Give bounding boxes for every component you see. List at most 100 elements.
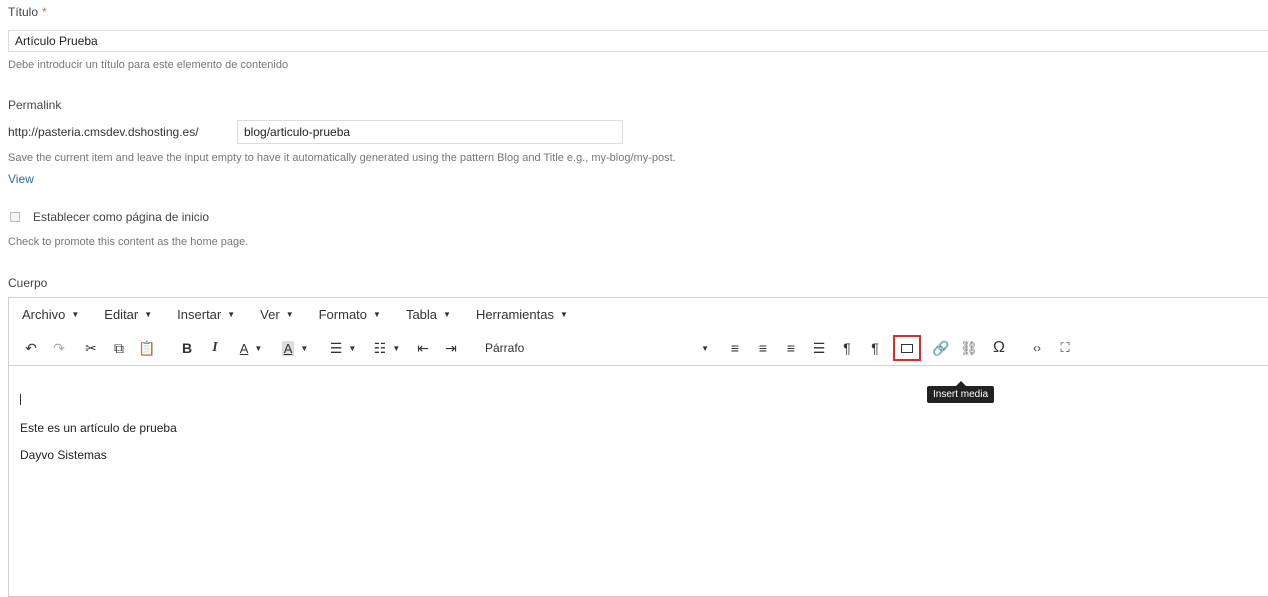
chevron-down-icon: ▼ xyxy=(254,343,263,353)
ltr-icon: ¶ xyxy=(843,340,851,356)
chevron-down-icon: ▼ xyxy=(701,343,709,353)
outdent-icon: ⇤ xyxy=(417,339,429,356)
format-select-value: Párrafo xyxy=(485,341,525,355)
content-line[interactable]: Este es un artículo de prueba xyxy=(20,421,177,435)
fullscreen-button[interactable]: ⛶ xyxy=(1055,337,1075,359)
unlink-button[interactable]: ⛓ xyxy=(959,337,979,359)
indent-button[interactable]: ⇥ xyxy=(441,337,461,359)
rtl-icon: ¶ xyxy=(871,340,879,356)
chevron-down-icon: ▼ xyxy=(443,310,451,319)
chevron-down-icon: ▼ xyxy=(300,343,309,353)
format-select[interactable]: Párrafo ▼ xyxy=(475,337,715,359)
insert-media-button[interactable] xyxy=(893,335,921,361)
permalink-input[interactable]: blog/articulo-prueba xyxy=(237,120,623,144)
title-label: Título * xyxy=(8,5,47,19)
link-icon: 🔗 xyxy=(932,339,950,356)
menu-herramientas-label: Herramientas xyxy=(475,307,554,322)
copy-icon: ⧉ xyxy=(114,339,124,356)
menu-editar[interactable]: Editar ▼ xyxy=(104,307,152,322)
source-code-button[interactable]: ‹› xyxy=(1027,337,1047,359)
align-right-button[interactable]: ≡ xyxy=(781,337,801,359)
bold-icon: B xyxy=(181,340,193,356)
italic-button[interactable]: I xyxy=(205,337,225,359)
title-input-value: Artículo Prueba xyxy=(15,34,98,48)
menu-editar-label: Editar xyxy=(104,307,139,322)
chevron-down-icon: ▼ xyxy=(227,310,236,319)
body-label: Cuerpo xyxy=(8,276,48,290)
rich-text-editor: Archivo ▼ Editar ▼ Insertar ▼ Ver ▼ Formato ▼… xyxy=(8,297,1268,597)
homepage-checkbox[interactable] xyxy=(10,212,20,222)
special-character-button[interactable]: Ω xyxy=(989,337,1009,359)
background-color-button[interactable]: A ▼ xyxy=(277,337,313,359)
insert-media-tooltip: Insert media xyxy=(927,381,995,403)
menu-tabla[interactable]: Tabla ▼ xyxy=(406,307,451,322)
redo-icon: ↷ xyxy=(53,339,65,356)
indent-icon: ⇥ xyxy=(445,339,457,356)
content-line[interactable]: Dayvo Sistemas xyxy=(20,448,107,462)
text-color-button[interactable]: A ▼ xyxy=(233,337,269,359)
menu-herramientas[interactable]: Herramientas ▼ xyxy=(476,307,568,322)
homepage-checkbox-label[interactable]: Establecer como página de inicio xyxy=(33,210,209,224)
link-button[interactable]: 🔗 xyxy=(931,337,951,359)
numbered-list-icon: ☷ xyxy=(373,339,387,356)
align-left-icon: ≡ xyxy=(730,340,740,356)
menu-insertar[interactable]: Insertar ▼ xyxy=(177,307,235,322)
copy-button[interactable]: ⧉ xyxy=(109,337,129,359)
redo-button[interactable]: ↷ xyxy=(49,337,69,359)
numbered-list-button[interactable]: ☷ ▼ xyxy=(369,337,405,359)
align-center-button[interactable]: ≡ xyxy=(753,337,773,359)
chevron-down-icon: ▼ xyxy=(144,310,153,319)
editor-toolbar: ↶ ↷ ✂ ⧉ 📋 B I A ▼ A ▼ ☰ ▼ ☷ ▼ ⇤ ⇥ Párrafo ▼ … xyxy=(9,331,1268,366)
justify-icon: ☰ xyxy=(812,339,826,356)
permalink-help: Save the current item and leave the inpu… xyxy=(8,152,676,164)
menu-archivo-label: Archivo xyxy=(22,307,66,322)
chevron-down-icon: ▼ xyxy=(559,310,568,319)
justify-button[interactable]: ☰ xyxy=(809,337,829,359)
align-left-button[interactable]: ≡ xyxy=(725,337,745,359)
insert-media-icon xyxy=(901,343,913,353)
cut-icon: ✂ xyxy=(85,339,97,356)
undo-icon: ↶ xyxy=(25,339,37,356)
text-color-icon: A xyxy=(239,340,249,356)
chevron-down-icon: ▼ xyxy=(285,310,294,319)
menu-insertar-label: Insertar xyxy=(177,307,222,322)
cut-button[interactable]: ✂ xyxy=(81,337,101,359)
editor-menubar: Archivo ▼ Editar ▼ Insertar ▼ Ver ▼ Formato ▼… xyxy=(9,298,1268,331)
align-center-icon: ≡ xyxy=(758,340,768,356)
italic-icon: I xyxy=(212,340,218,355)
menu-tabla-label: Tabla xyxy=(405,307,438,322)
paste-icon: 📋 xyxy=(138,339,156,356)
title-label-text: Título xyxy=(8,5,39,19)
bullet-list-button[interactable]: ☰ ▼ xyxy=(325,337,361,359)
undo-button[interactable]: ↶ xyxy=(21,337,41,359)
unlink-icon: ⛓ xyxy=(960,339,978,356)
chevron-down-icon: ▼ xyxy=(373,310,381,319)
chevron-down-icon: ▼ xyxy=(71,310,80,319)
menu-ver[interactable]: Ver ▼ xyxy=(260,307,293,322)
source-code-icon: ‹› xyxy=(1033,341,1041,355)
ltr-button[interactable]: ¶ xyxy=(837,337,857,359)
background-color-icon: A xyxy=(281,340,295,356)
align-right-icon: ≡ xyxy=(786,340,796,356)
title-help: Debe introducir un título para este elem… xyxy=(8,59,289,71)
fullscreen-icon: ⛶ xyxy=(1060,340,1070,355)
permalink-input-value: blog/articulo-prueba xyxy=(244,125,351,139)
chevron-down-icon: ▼ xyxy=(392,343,401,353)
menu-formato-label: Formato xyxy=(318,307,368,322)
title-input[interactable]: Artículo Prueba xyxy=(8,30,1268,52)
chevron-down-icon: ▼ xyxy=(348,343,357,353)
text-cursor xyxy=(20,394,21,405)
permalink-label: Permalink xyxy=(8,98,62,112)
bold-button[interactable]: B xyxy=(177,337,197,359)
paste-button[interactable]: 📋 xyxy=(137,337,157,359)
view-link[interactable]: View xyxy=(8,172,34,186)
rtl-button[interactable]: ¶ xyxy=(865,337,885,359)
menu-ver-label: Ver xyxy=(260,307,280,322)
menu-formato[interactable]: Formato ▼ xyxy=(319,307,381,322)
homepage-help: Check to promote this content as the hom… xyxy=(8,236,249,248)
permalink-prefix: http://pasteria.cmsdev.dshosting.es/ xyxy=(8,125,199,139)
bullet-list-icon: ☰ xyxy=(329,339,343,356)
special-character-icon: Ω xyxy=(993,339,1005,356)
menu-archivo[interactable]: Archivo ▼ xyxy=(22,307,79,322)
outdent-button[interactable]: ⇤ xyxy=(413,337,433,359)
